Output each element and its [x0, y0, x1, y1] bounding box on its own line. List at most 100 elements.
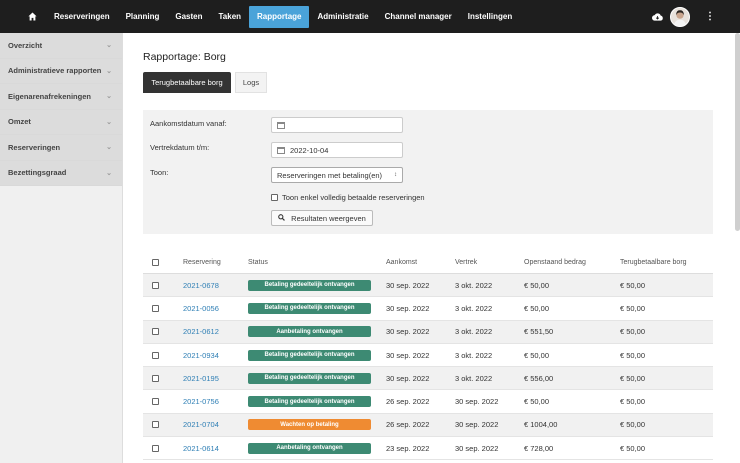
departure-cell: 3 okt. 2022 — [455, 373, 493, 383]
deposit-table: Reservering Status Aankomst Vertrek Open… — [143, 251, 713, 461]
chevron-down-icon: ⌄ — [106, 67, 112, 75]
nav-item-gasten[interactable]: Gasten — [167, 6, 210, 28]
arrival-date-input[interactable] — [271, 117, 403, 133]
sidebar-item-reserveringen[interactable]: Reserveringen ⌄ — [0, 135, 122, 161]
chevron-down-icon: ⌄ — [106, 118, 112, 126]
calendar-icon — [277, 146, 285, 154]
row-checkbox[interactable] — [152, 297, 159, 319]
top-navbar: Reserveringen Planning Gasten Taken Rapporta… — [0, 0, 740, 33]
outstanding-cell: € 551,50 — [524, 327, 554, 337]
reservation-link[interactable]: 2021-0678 — [183, 274, 219, 296]
reservation-link[interactable]: 2021-0934 — [183, 344, 219, 366]
header-terugbetaalbare-borg[interactable]: Terugbetaalbare borg — [620, 251, 687, 273]
deposit-cell: € 50,00 — [620, 420, 646, 430]
nav-item-taken[interactable]: Taken — [211, 6, 250, 28]
departure-date-input[interactable]: 2022-10-04 — [271, 142, 403, 158]
header-aankomst[interactable]: Aankomst — [386, 251, 417, 273]
deposit-cell: € 50,00 — [620, 397, 646, 407]
sidebar-item-bezettingsgraad[interactable]: Bezettingsgraad ⌄ — [0, 160, 122, 186]
reservation-link[interactable]: 2021-0614 — [183, 437, 219, 459]
reservation-link[interactable]: 2021-0612 — [183, 321, 219, 343]
departure-cell: 30 sep. 2022 — [455, 420, 499, 430]
deposit-cell: € 50,00 — [620, 443, 646, 453]
status-cell: Betaling gedeeltelijk ontvangen — [248, 390, 371, 412]
reservation-link[interactable]: 2021-0704 — [183, 414, 219, 436]
chevron-down-icon: ⌄ — [106, 93, 112, 101]
departure-cell: 3 okt. 2022 — [455, 303, 493, 313]
more-vertical-icon[interactable]: ⋮ — [704, 11, 716, 22]
row-checkbox[interactable] — [152, 367, 159, 389]
sidebar-item-label: Overzicht — [8, 40, 43, 50]
row-checkbox[interactable] — [152, 414, 159, 436]
sidebar-item-label: Bezettingsgraad — [8, 168, 67, 178]
user-avatar[interactable] — [670, 6, 690, 27]
arrival-date-label: Aankomstdatum vanaf: — [150, 119, 227, 128]
outstanding-cell: € 50,00 — [524, 397, 550, 407]
sidebar-item-omzet[interactable]: Omzet ⌄ — [0, 109, 122, 135]
sidebar: Overzicht ⌄ Administratieve rapporten ⌄ … — [0, 33, 123, 463]
deposit-cell: € 50,00 — [620, 373, 646, 383]
deposit-cell: € 50,00 — [620, 327, 646, 337]
sidebar-item-label: Reserveringen — [8, 142, 61, 152]
nav-item-channel-manager[interactable]: Channel manager — [377, 6, 460, 28]
show-label: Toon: — [150, 168, 169, 177]
outstanding-cell: € 556,00 — [524, 373, 554, 383]
reservation-link[interactable]: 2021-0056 — [183, 297, 219, 319]
tab-terugbetaalbare-borg[interactable]: Terugbetaalbare borg — [143, 72, 231, 93]
header-vertrek[interactable]: Vertrek — [455, 251, 477, 273]
chevron-down-icon: ⌄ — [106, 42, 112, 50]
status-badge: Betaling gedeeltelijk ontvangen — [248, 372, 371, 384]
departure-cell: 3 okt. 2022 — [455, 280, 493, 290]
nav-item-instellingen[interactable]: Instellingen — [460, 6, 520, 28]
arrival-cell: 23 sep. 2022 — [386, 443, 430, 453]
header-status[interactable]: Status — [248, 251, 268, 273]
select-all-checkbox[interactable] — [152, 251, 159, 273]
status-cell: Betaling gedeeltelijk ontvangen — [248, 367, 371, 389]
status-cell: Betaling gedeeltelijk ontvangen — [248, 297, 371, 319]
status-badge: Wachten op betaling — [248, 419, 371, 431]
paid-only-label: Toon enkel volledig betaalde reservering… — [282, 193, 425, 202]
show-results-button[interactable]: Resultaten weergeven — [271, 210, 373, 226]
outstanding-cell: € 50,00 — [524, 280, 550, 290]
show-select[interactable]: Reserveringen met betaling(en) ↕ — [271, 167, 403, 183]
table-row: 2021-0195 Betaling gedeeltelijk ontvangen… — [143, 367, 713, 391]
scrollbar[interactable] — [735, 33, 740, 231]
deposit-cell: € 50,00 — [620, 350, 646, 360]
outstanding-cell: € 50,00 — [524, 350, 550, 360]
status-badge: Aanbetaling ontvangen — [248, 326, 371, 338]
table-row: 2021-0056 Betaling gedeeltelijk ontvangen… — [143, 297, 713, 321]
home-icon[interactable] — [18, 0, 46, 33]
table-header: Reservering Status Aankomst Vertrek Open… — [143, 251, 713, 274]
checkbox-icon[interactable] — [271, 194, 278, 201]
table-body: 2021-0678 Betaling gedeeltelijk ontvangen… — [143, 274, 713, 461]
departure-cell: 3 okt. 2022 — [455, 327, 493, 337]
cloud-download-icon[interactable] — [650, 12, 664, 21]
row-checkbox[interactable] — [152, 344, 159, 366]
nav-item-administratie[interactable]: Administratie — [309, 6, 376, 28]
outstanding-cell: € 1004,00 — [524, 420, 558, 430]
sidebar-item-overzicht[interactable]: Overzicht ⌄ — [0, 33, 122, 59]
header-openstaand-bedrag[interactable]: Openstaand bedrag — [524, 251, 586, 273]
row-checkbox[interactable] — [152, 437, 159, 459]
status-badge: Betaling gedeeltelijk ontvangen — [248, 279, 371, 291]
row-checkbox[interactable] — [152, 390, 159, 412]
paid-only-checkbox[interactable]: Toon enkel volledig betaalde reservering… — [271, 193, 425, 202]
outstanding-cell: € 50,00 — [524, 303, 550, 313]
table-row: 2021-0614 Aanbetaling ontvangen 23 sep. 20… — [143, 437, 713, 461]
table-row: 2021-0756 Betaling gedeeltelijk ontvangen… — [143, 390, 713, 414]
arrival-cell: 30 sep. 2022 — [386, 280, 430, 290]
row-checkbox[interactable] — [152, 321, 159, 343]
nav-item-reserveringen[interactable]: Reserveringen — [46, 6, 118, 28]
reservation-link[interactable]: 2021-0756 — [183, 390, 219, 412]
status-badge: Betaling gedeeltelijk ontvangen — [248, 396, 371, 408]
nav-item-rapportage[interactable]: Rapportage — [249, 5, 310, 28]
arrival-cell: 26 sep. 2022 — [386, 397, 430, 407]
tab-logs[interactable]: Logs — [235, 72, 267, 93]
reservation-link[interactable]: 2021-0195 — [183, 367, 219, 389]
nav-item-planning[interactable]: Planning — [118, 6, 168, 28]
header-reservering[interactable]: Reservering — [183, 251, 221, 273]
sidebar-item-eigenarenafrekeningen[interactable]: Eigenarenafrekeningen ⌄ — [0, 84, 122, 110]
table-row: 2021-0612 Aanbetaling ontvangen 30 sep. 20… — [143, 320, 713, 344]
row-checkbox[interactable] — [152, 274, 159, 296]
sidebar-item-administratieve-rapporten[interactable]: Administratieve rapporten ⌄ — [0, 58, 122, 84]
